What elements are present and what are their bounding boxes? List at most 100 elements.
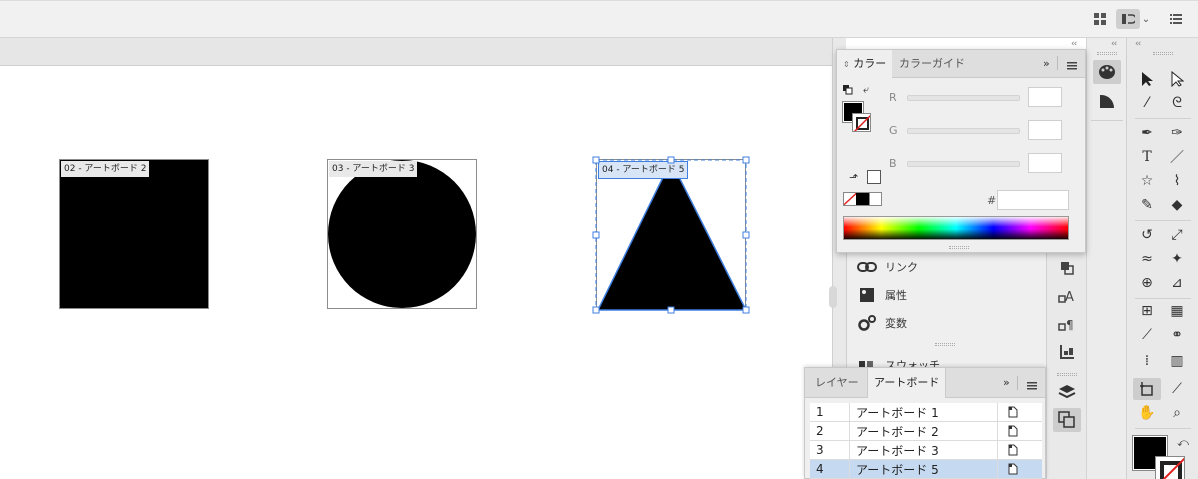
line-tool-icon[interactable]: ／: [1165, 146, 1189, 168]
panel-grip[interactable]: [1097, 52, 1117, 55]
panel-menu-icon[interactable]: [1027, 380, 1037, 393]
eyedropper-tool-icon[interactable]: ⟋: [1135, 324, 1159, 346]
artboard-options-icon[interactable]: [998, 460, 1028, 478]
collapse-panel-icon[interactable]: ‹‹: [1111, 39, 1117, 49]
artboard-name[interactable]: アートボード 5: [850, 460, 998, 478]
panel-grip[interactable]: [935, 343, 955, 346]
artboard-square[interactable]: 02 - アートボード 2: [59, 159, 209, 309]
divider: [1057, 56, 1058, 70]
collapse-panel-icon[interactable]: ‹‹: [1071, 39, 1077, 49]
list-item[interactable]: 3 アートボード 3: [810, 441, 1042, 460]
shaper-tool-icon[interactable]: ✎: [1135, 194, 1159, 216]
tab-color[interactable]: ⇕ カラー: [837, 50, 893, 78]
character-styles-icon[interactable]: A: [1055, 285, 1079, 307]
hex-value-field[interactable]: [997, 190, 1069, 210]
shape-builder-tool-icon[interactable]: ⊕: [1135, 272, 1159, 294]
perspective-grid-tool-icon[interactable]: ⊿: [1165, 272, 1189, 294]
magic-wand-tool-icon[interactable]: ⁄: [1135, 92, 1159, 114]
svg-text:A: A: [1065, 290, 1074, 304]
tab-layers[interactable]: レイヤー: [809, 368, 865, 398]
arrange-documents-icon[interactable]: [1090, 9, 1110, 29]
color-guide-icon[interactable]: [1095, 90, 1119, 112]
artboard-name[interactable]: アートボード 3: [850, 441, 998, 459]
circle-shape[interactable]: [328, 160, 476, 308]
list-item[interactable]: 2 アートボード 2: [810, 422, 1042, 441]
color-spectrum-bar[interactable]: [843, 216, 1069, 240]
g-value-field[interactable]: [1028, 120, 1062, 140]
panel-resize-grip[interactable]: [949, 246, 969, 249]
panel-grip[interactable]: [1153, 52, 1173, 55]
color-palette-icon[interactable]: [1093, 60, 1121, 84]
swap-fill-stroke-icon[interactable]: ⤺: [1173, 432, 1193, 454]
selection-bounding-box[interactable]: [590, 154, 752, 316]
type-tool-icon[interactable]: T: [1135, 146, 1159, 168]
artboard-options-icon[interactable]: [998, 403, 1028, 421]
stroke-swatch[interactable]: [852, 113, 871, 132]
artboards-icon[interactable]: [1053, 408, 1081, 432]
chevron-down-icon[interactable]: ⌄: [1140, 9, 1152, 29]
lasso-tool-icon[interactable]: ᘓ: [1165, 92, 1189, 114]
artboard-name[interactable]: アートボード 1: [850, 403, 998, 421]
b-slider[interactable]: [907, 161, 1020, 167]
expand-icon[interactable]: »: [1043, 57, 1050, 70]
pen-tool-icon[interactable]: ✒: [1135, 122, 1159, 144]
default-colors-icon[interactable]: [843, 85, 853, 98]
black-swatch[interactable]: [856, 193, 869, 205]
panel-menu-icon[interactable]: [1067, 60, 1077, 73]
slice-tool-icon[interactable]: ⟋: [1165, 378, 1189, 400]
out-of-web-color-icon[interactable]: ⬏: [849, 171, 858, 184]
eraser-tool-icon[interactable]: ◆: [1165, 194, 1189, 216]
star-tool-icon[interactable]: ☆: [1135, 170, 1159, 192]
r-slider[interactable]: [907, 95, 1020, 101]
graph-data-icon[interactable]: [1055, 341, 1079, 363]
panel-variables[interactable]: 変数: [857, 311, 907, 335]
artboard-circle[interactable]: 03 - アートボード 3: [327, 159, 477, 309]
hand-tool-icon[interactable]: ✋: [1135, 402, 1159, 424]
blend-tool-icon[interactable]: ⚭: [1165, 324, 1189, 346]
divider: [1135, 298, 1191, 299]
symbol-sprayer-tool-icon[interactable]: ⁞: [1135, 350, 1159, 372]
r-value-field[interactable]: [1028, 87, 1062, 107]
tab-artboards[interactable]: アートボード: [867, 368, 947, 398]
none-swatch-icon[interactable]: [844, 193, 857, 205]
panel-menu-icon[interactable]: [1166, 9, 1186, 29]
artboard-options-icon[interactable]: [998, 422, 1028, 440]
column-graph-tool-icon[interactable]: ▥: [1165, 350, 1189, 372]
tab-color-guide[interactable]: カラーガイド: [893, 50, 971, 78]
list-item[interactable]: 1 アートボード 1: [810, 403, 1042, 422]
gradient-tool-icon[interactable]: ▦: [1165, 300, 1189, 322]
zoom-tool-icon[interactable]: ⌕: [1165, 402, 1189, 424]
panel-link[interactable]: リンク: [857, 255, 918, 279]
curvature-tool-icon[interactable]: ✑: [1165, 122, 1189, 144]
workspace-switcher-icon[interactable]: [1116, 9, 1140, 29]
list-item-selected[interactable]: 4 アートボード 5: [810, 460, 1042, 479]
selection-tool-icon[interactable]: [1135, 68, 1159, 90]
panel-attributes[interactable]: 属性: [857, 283, 907, 307]
expand-icon[interactable]: »: [1003, 376, 1010, 389]
scroll-handle[interactable]: [829, 286, 837, 308]
paragraph-styles-icon[interactable]: ¶: [1055, 313, 1079, 335]
artboard-options-icon[interactable]: [998, 441, 1028, 459]
quick-swatches[interactable]: [843, 192, 882, 206]
puppet-warp-tool-icon[interactable]: ✦: [1165, 248, 1189, 270]
arrange-icon[interactable]: [1055, 257, 1079, 279]
mesh-tool-icon[interactable]: ⊞: [1135, 300, 1159, 322]
scale-tool-icon[interactable]: ⤢: [1165, 224, 1189, 246]
direct-selection-tool-icon[interactable]: [1165, 68, 1189, 90]
stroke-swatch[interactable]: [1155, 456, 1185, 479]
white-swatch[interactable]: [868, 193, 881, 205]
layers-icon[interactable]: [1055, 381, 1079, 403]
swap-icon[interactable]: ⤶: [863, 83, 869, 97]
panel-grip[interactable]: [1057, 373, 1077, 376]
rotate-tool-icon[interactable]: ↺: [1135, 224, 1159, 246]
artboards-panel: レイヤー アートボード » 1 アートボード 1 2 アートボード 2 3 アー…: [804, 367, 1046, 479]
width-tool-icon[interactable]: ≈: [1135, 248, 1159, 270]
paintbrush-tool-icon[interactable]: ⌇: [1165, 170, 1189, 192]
collapse-panel-icon[interactable]: ‹‹: [1135, 39, 1141, 49]
g-slider[interactable]: [907, 128, 1020, 134]
b-value-field[interactable]: [1028, 153, 1062, 173]
artboard-name[interactable]: アートボード 2: [850, 422, 998, 440]
web-safe-swatch[interactable]: [867, 170, 881, 184]
artboard-canvas[interactable]: 02 - アートボード 2 03 - アートボード 3 04 - アートボード …: [0, 66, 832, 479]
artboard-tool-icon[interactable]: [1133, 378, 1161, 400]
